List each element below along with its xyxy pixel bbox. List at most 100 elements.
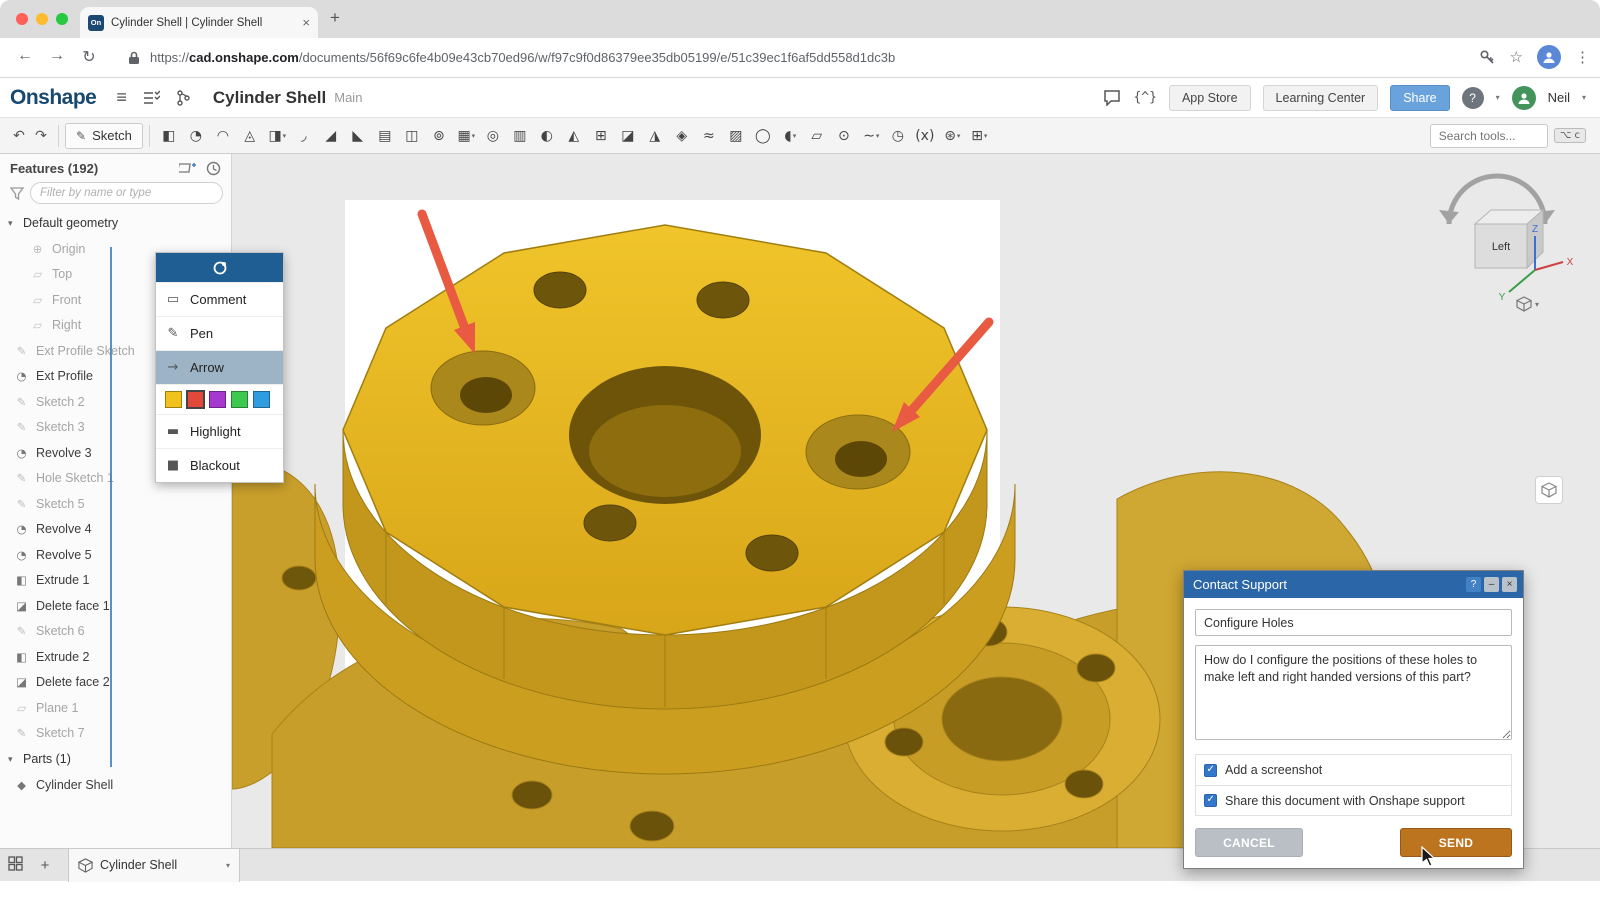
offset-surface-icon[interactable]: ≈	[696, 123, 723, 149]
insert-icon[interactable]: ⊞▾	[966, 123, 993, 149]
tab-close-icon[interactable]: ×	[302, 15, 310, 30]
color-swatch-blue[interactable]	[253, 391, 270, 408]
user-name[interactable]: Neil	[1548, 90, 1570, 105]
versions-icon[interactable]	[143, 90, 160, 106]
partstudio-tab[interactable]: Cylinder Shell ▾	[68, 849, 240, 882]
app-store-button[interactable]: App Store	[1169, 85, 1251, 111]
feature-extrude-1[interactable]: ◧ Extrude 1	[0, 568, 231, 594]
transform-icon[interactable]: ⊞	[588, 123, 615, 149]
arrow-tool[interactable]: → Arrow	[156, 350, 283, 384]
share-document-option[interactable]: Share this document with Onshape support	[1196, 785, 1511, 815]
browser-menu-icon[interactable]: ⋮	[1575, 48, 1590, 66]
draft-icon[interactable]: ◣	[345, 123, 372, 149]
view-options-button[interactable]: ▾	[1516, 296, 1539, 312]
move-face-icon[interactable]: ◮	[642, 123, 669, 149]
color-swatch-yellow[interactable]	[165, 391, 182, 408]
insert-plane-icon[interactable]	[179, 161, 197, 175]
comments-icon[interactable]	[1103, 89, 1121, 106]
feature-plane-1[interactable]: ▱ Plane 1	[0, 695, 231, 721]
color-swatch-red[interactable]	[187, 391, 204, 408]
user-avatar[interactable]	[1512, 86, 1536, 110]
view-cube-face-label[interactable]: Left	[1492, 241, 1510, 253]
chevron-down-icon[interactable]: ▾	[8, 218, 18, 229]
feature-revolve-5[interactable]: ◔ Revolve 5	[0, 542, 231, 568]
feature-delete-face-2[interactable]: ◪ Delete face 2	[0, 670, 231, 696]
feature-delete-face-1[interactable]: ◪ Delete face 1	[0, 593, 231, 619]
feature-group-default-geometry[interactable]: ▾ Default geometry	[0, 210, 231, 236]
chamfer-icon[interactable]: ◢	[318, 123, 345, 149]
add-screenshot-option[interactable]: Add a screenshot	[1196, 755, 1511, 785]
plane-icon[interactable]: ▱	[804, 123, 831, 149]
dialog-help-button[interactable]: ?	[1466, 577, 1481, 592]
shell-icon[interactable]: ◫	[399, 123, 426, 149]
featurescript-icon[interactable]: {^}	[1133, 90, 1156, 105]
parts-group[interactable]: ▾ Parts (1)	[0, 746, 231, 772]
feature-extrude-2[interactable]: ◧ Extrude 2	[0, 644, 231, 670]
dialog-close-button[interactable]: ×	[1502, 577, 1517, 592]
wrap-icon[interactable]: ◯	[750, 123, 777, 149]
chevron-down-icon[interactable]: ▾	[8, 754, 18, 765]
feature-revolve-4[interactable]: ◔ Revolve 4	[0, 517, 231, 543]
dialog-minimize-button[interactable]: ‒	[1484, 577, 1499, 592]
circular-pattern-icon[interactable]: ◎	[480, 123, 507, 149]
linear-pattern-icon[interactable]: ▦▾	[453, 123, 480, 149]
rollback-bar[interactable]	[110, 247, 112, 767]
tab-caret-icon[interactable]: ▾	[226, 861, 230, 870]
window-zoom-button[interactable]	[56, 13, 68, 25]
window-close-button[interactable]	[16, 13, 28, 25]
hole-icon[interactable]: ⊚	[426, 123, 453, 149]
feature-sketch-5[interactable]: ✎ Sketch 5	[0, 491, 231, 517]
new-tab-button[interactable]: +	[330, 8, 340, 28]
password-key-icon[interactable]	[1479, 49, 1496, 66]
checkbox[interactable]	[1204, 794, 1217, 807]
extrude-icon[interactable]: ◧	[156, 123, 183, 149]
pen-tool[interactable]: ✎ Pen	[156, 316, 283, 350]
site-info-icon[interactable]	[128, 51, 140, 65]
workspace-name[interactable]: Main	[334, 90, 362, 105]
loft-icon[interactable]: ◬	[237, 123, 264, 149]
color-swatch-green[interactable]	[231, 391, 248, 408]
delete-face-icon[interactable]: ◪	[615, 123, 642, 149]
fillet-icon[interactable]: ◞	[291, 123, 318, 149]
subject-input[interactable]	[1195, 609, 1512, 636]
sweep-icon[interactable]: ◠	[210, 123, 237, 149]
view-cube[interactable]: Left Z X Y	[1417, 162, 1577, 312]
window-minimize-button[interactable]	[36, 13, 48, 25]
blackout-tool[interactable]: ■ Blackout	[156, 448, 283, 482]
helix-icon[interactable]: ◖▾	[777, 123, 804, 149]
bookmark-star-icon[interactable]: ☆	[1510, 48, 1523, 66]
send-button[interactable]: SEND	[1400, 828, 1512, 857]
revolve-icon[interactable]: ◔	[183, 123, 210, 149]
feature-sketch-7[interactable]: ✎ Sketch 7	[0, 721, 231, 747]
point-icon[interactable]: ⊙	[831, 123, 858, 149]
custom-feature-icon[interactable]: ⊛▾	[939, 123, 966, 149]
reload-icon[interactable]: ↻	[78, 47, 100, 67]
share-button[interactable]: Share	[1390, 85, 1449, 111]
add-tab-button[interactable]: +	[30, 857, 60, 874]
comment-tool[interactable]: ▭ Comment	[156, 282, 283, 316]
redo-icon[interactable]: ↷	[30, 127, 52, 144]
highlight-tool[interactable]: ▬ Highlight	[156, 414, 283, 448]
sketch-button[interactable]: ✎ Sketch	[65, 123, 143, 149]
replace-face-icon[interactable]: ◈	[669, 123, 696, 149]
help-button[interactable]: ?	[1462, 87, 1484, 109]
history-icon[interactable]: ◷	[885, 123, 912, 149]
browser-profile-avatar[interactable]	[1537, 45, 1561, 69]
view-tools-button[interactable]	[1535, 476, 1563, 504]
split-icon[interactable]: ◭	[561, 123, 588, 149]
checkbox[interactable]	[1204, 764, 1217, 777]
feature-filter-input[interactable]	[30, 182, 223, 204]
color-swatch-purple[interactable]	[209, 391, 226, 408]
curve-icon[interactable]: ∼▾	[858, 123, 885, 149]
undo-icon[interactable]: ↶	[8, 127, 30, 144]
message-textarea[interactable]: How do I configure the positions of thes…	[1195, 645, 1512, 740]
main-menu-icon[interactable]: ≡	[116, 87, 127, 108]
address-field[interactable]: https://cad.onshape.com/documents/56f69c…	[150, 50, 895, 65]
thicken-icon[interactable]: ◨▾	[264, 123, 291, 149]
boolean-icon[interactable]: ◐	[534, 123, 561, 149]
mirror-icon[interactable]: ▥	[507, 123, 534, 149]
rib-icon[interactable]: ▤	[372, 123, 399, 149]
forward-icon[interactable]: →	[46, 47, 68, 65]
learning-center-button[interactable]: Learning Center	[1263, 85, 1379, 111]
variable-icon[interactable]: (x)	[912, 123, 939, 149]
